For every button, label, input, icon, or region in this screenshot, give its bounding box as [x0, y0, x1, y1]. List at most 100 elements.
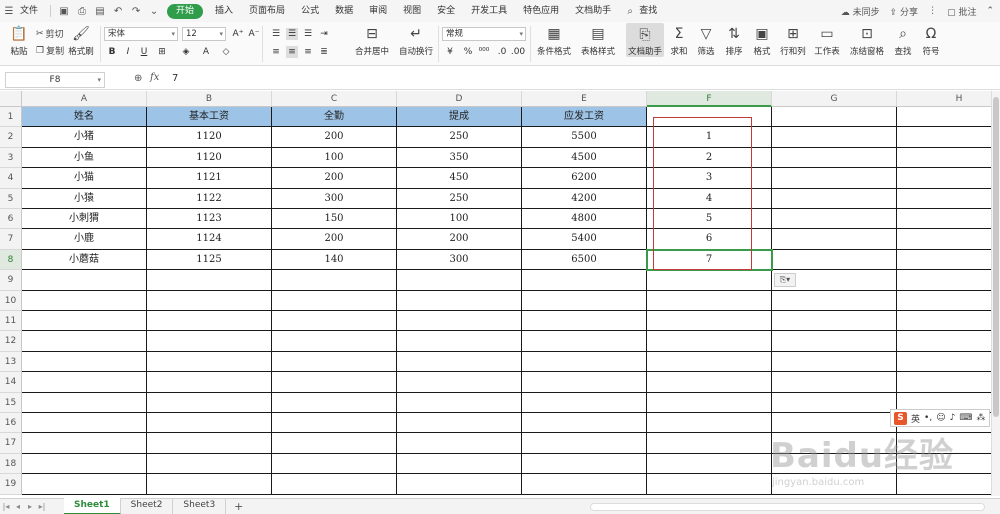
empty-cell[interactable]: [397, 433, 522, 454]
function-icon[interactable]: fx: [150, 72, 159, 83]
column-header[interactable]: E: [522, 91, 647, 107]
table-cell[interactable]: 6200: [522, 168, 647, 189]
empty-cell[interactable]: [272, 331, 397, 352]
empty-cell[interactable]: [647, 372, 772, 393]
cut-button[interactable]: ✂ 剪切: [36, 27, 64, 41]
empty-cell[interactable]: [522, 474, 647, 495]
empty-cell[interactable]: [147, 392, 272, 413]
empty-cell[interactable]: [647, 413, 772, 434]
wrap-text-button[interactable]: ↵ 自动换行: [398, 22, 434, 57]
keyboard-icon[interactable]: ⌨: [959, 413, 972, 423]
empty-cell[interactable]: [147, 331, 272, 352]
settings-grid-icon[interactable]: ⁂: [976, 413, 985, 423]
menu-tab[interactable]: 视图: [395, 0, 429, 22]
empty-cell[interactable]: [897, 331, 991, 352]
align-middle-icon[interactable]: ☰: [286, 28, 298, 40]
menu-tab[interactable]: 特色应用: [515, 0, 567, 22]
increase-font-icon[interactable]: A⁺: [232, 28, 244, 40]
empty-cell[interactable]: [397, 270, 522, 291]
filter-button[interactable]: ▽ 筛选: [694, 22, 718, 57]
table-header-cell[interactable]: 基本工资: [147, 107, 272, 128]
row-header[interactable]: 14: [0, 372, 22, 393]
empty-cell[interactable]: [397, 474, 522, 495]
empty-cell[interactable]: [22, 372, 147, 393]
empty-cell[interactable]: [647, 107, 772, 128]
emoji-icon[interactable]: ☺: [936, 413, 945, 423]
sheet-tab[interactable]: Sheet1: [64, 498, 121, 514]
collapse-ribbon-icon[interactable]: ⌃: [986, 6, 994, 16]
empty-cell[interactable]: [522, 311, 647, 332]
search-icon[interactable]: ⌕: [623, 4, 637, 18]
empty-cell[interactable]: [897, 372, 991, 393]
table-cell[interactable]: 100: [397, 209, 522, 230]
empty-cell[interactable]: [22, 270, 147, 291]
chevron-down-icon[interactable]: ▾: [97, 73, 101, 87]
copy-button[interactable]: ❐ 复制: [36, 44, 64, 58]
empty-cell[interactable]: [522, 392, 647, 413]
row-header[interactable]: 3: [0, 147, 22, 169]
empty-cell[interactable]: [522, 433, 647, 454]
table-cell[interactable]: 7: [647, 249, 772, 271]
decrease-font-icon[interactable]: A⁻: [248, 28, 260, 40]
empty-cell[interactable]: [772, 392, 897, 413]
empty-cell[interactable]: [897, 229, 991, 250]
row-header[interactable]: 1: [0, 107, 22, 128]
more-icon[interactable]: ⋮: [928, 6, 937, 16]
indent-icon[interactable]: ⇥: [318, 28, 330, 40]
empty-cell[interactable]: [522, 413, 647, 434]
align-bottom-icon[interactable]: ☰: [302, 28, 314, 40]
empty-cell[interactable]: [22, 474, 147, 495]
print-preview-icon[interactable]: ▤: [93, 4, 107, 18]
table-style-button[interactable]: ▤ 表格样式: [578, 22, 618, 57]
empty-cell[interactable]: [22, 433, 147, 454]
table-cell[interactable]: 4800: [522, 209, 647, 230]
zoom-icon[interactable]: ⊕: [134, 73, 142, 84]
symbol-button[interactable]: Ω 符号: [918, 22, 944, 57]
table-header-cell[interactable]: 姓名: [22, 107, 147, 128]
menu-tab[interactable]: 公式: [293, 0, 327, 22]
menu-tab[interactable]: 审阅: [361, 0, 395, 22]
empty-cell[interactable]: [22, 331, 147, 352]
scrollbar-thumb[interactable]: [993, 97, 999, 417]
table-cell[interactable]: 4500: [522, 147, 647, 169]
empty-cell[interactable]: [522, 270, 647, 291]
row-header[interactable]: 17: [0, 433, 22, 454]
bold-icon[interactable]: B: [106, 46, 118, 58]
fill-color-icon[interactable]: ◈: [180, 46, 192, 58]
row-header[interactable]: 16: [0, 413, 22, 434]
paste-button[interactable]: 📋 粘贴: [6, 22, 32, 57]
empty-cell[interactable]: [772, 147, 897, 169]
table-cell[interactable]: 200: [397, 229, 522, 250]
empty-cell[interactable]: [272, 433, 397, 454]
font-size-select[interactable]: 12: [182, 27, 226, 41]
row-header[interactable]: 7: [0, 229, 22, 250]
hamburger-menu-icon[interactable]: ☰: [2, 4, 16, 18]
empty-cell[interactable]: [897, 127, 991, 148]
empty-cell[interactable]: [22, 351, 147, 373]
print-icon[interactable]: ⎙: [75, 4, 89, 18]
select-all-corner[interactable]: [0, 91, 22, 107]
empty-cell[interactable]: [897, 352, 991, 373]
empty-cell[interactable]: [397, 290, 522, 311]
row-header[interactable]: 13: [0, 351, 22, 373]
row-header[interactable]: 4: [0, 168, 22, 189]
border-icon[interactable]: ⊞: [156, 46, 168, 58]
empty-cell[interactable]: [647, 351, 772, 373]
empty-cell[interactable]: [397, 413, 522, 434]
empty-cell[interactable]: [22, 311, 147, 332]
empty-cell[interactable]: [772, 168, 897, 189]
table-header-cell[interactable]: 全勤: [272, 107, 397, 128]
name-box[interactable]: F8 ▾: [5, 72, 105, 88]
column-header[interactable]: B: [147, 91, 272, 107]
empty-cell[interactable]: [897, 209, 991, 230]
sum-button[interactable]: Σ 求和: [668, 22, 690, 57]
empty-cell[interactable]: [897, 168, 991, 189]
horizontal-scrollbar[interactable]: [590, 503, 985, 511]
empty-cell[interactable]: [397, 311, 522, 332]
table-cell[interactable]: 450: [397, 168, 522, 189]
table-cell[interactable]: 5: [647, 209, 772, 230]
table-cell[interactable]: 350: [397, 147, 522, 169]
empty-cell[interactable]: [272, 311, 397, 332]
empty-cell[interactable]: [397, 351, 522, 373]
ime-language[interactable]: 英: [911, 412, 920, 425]
